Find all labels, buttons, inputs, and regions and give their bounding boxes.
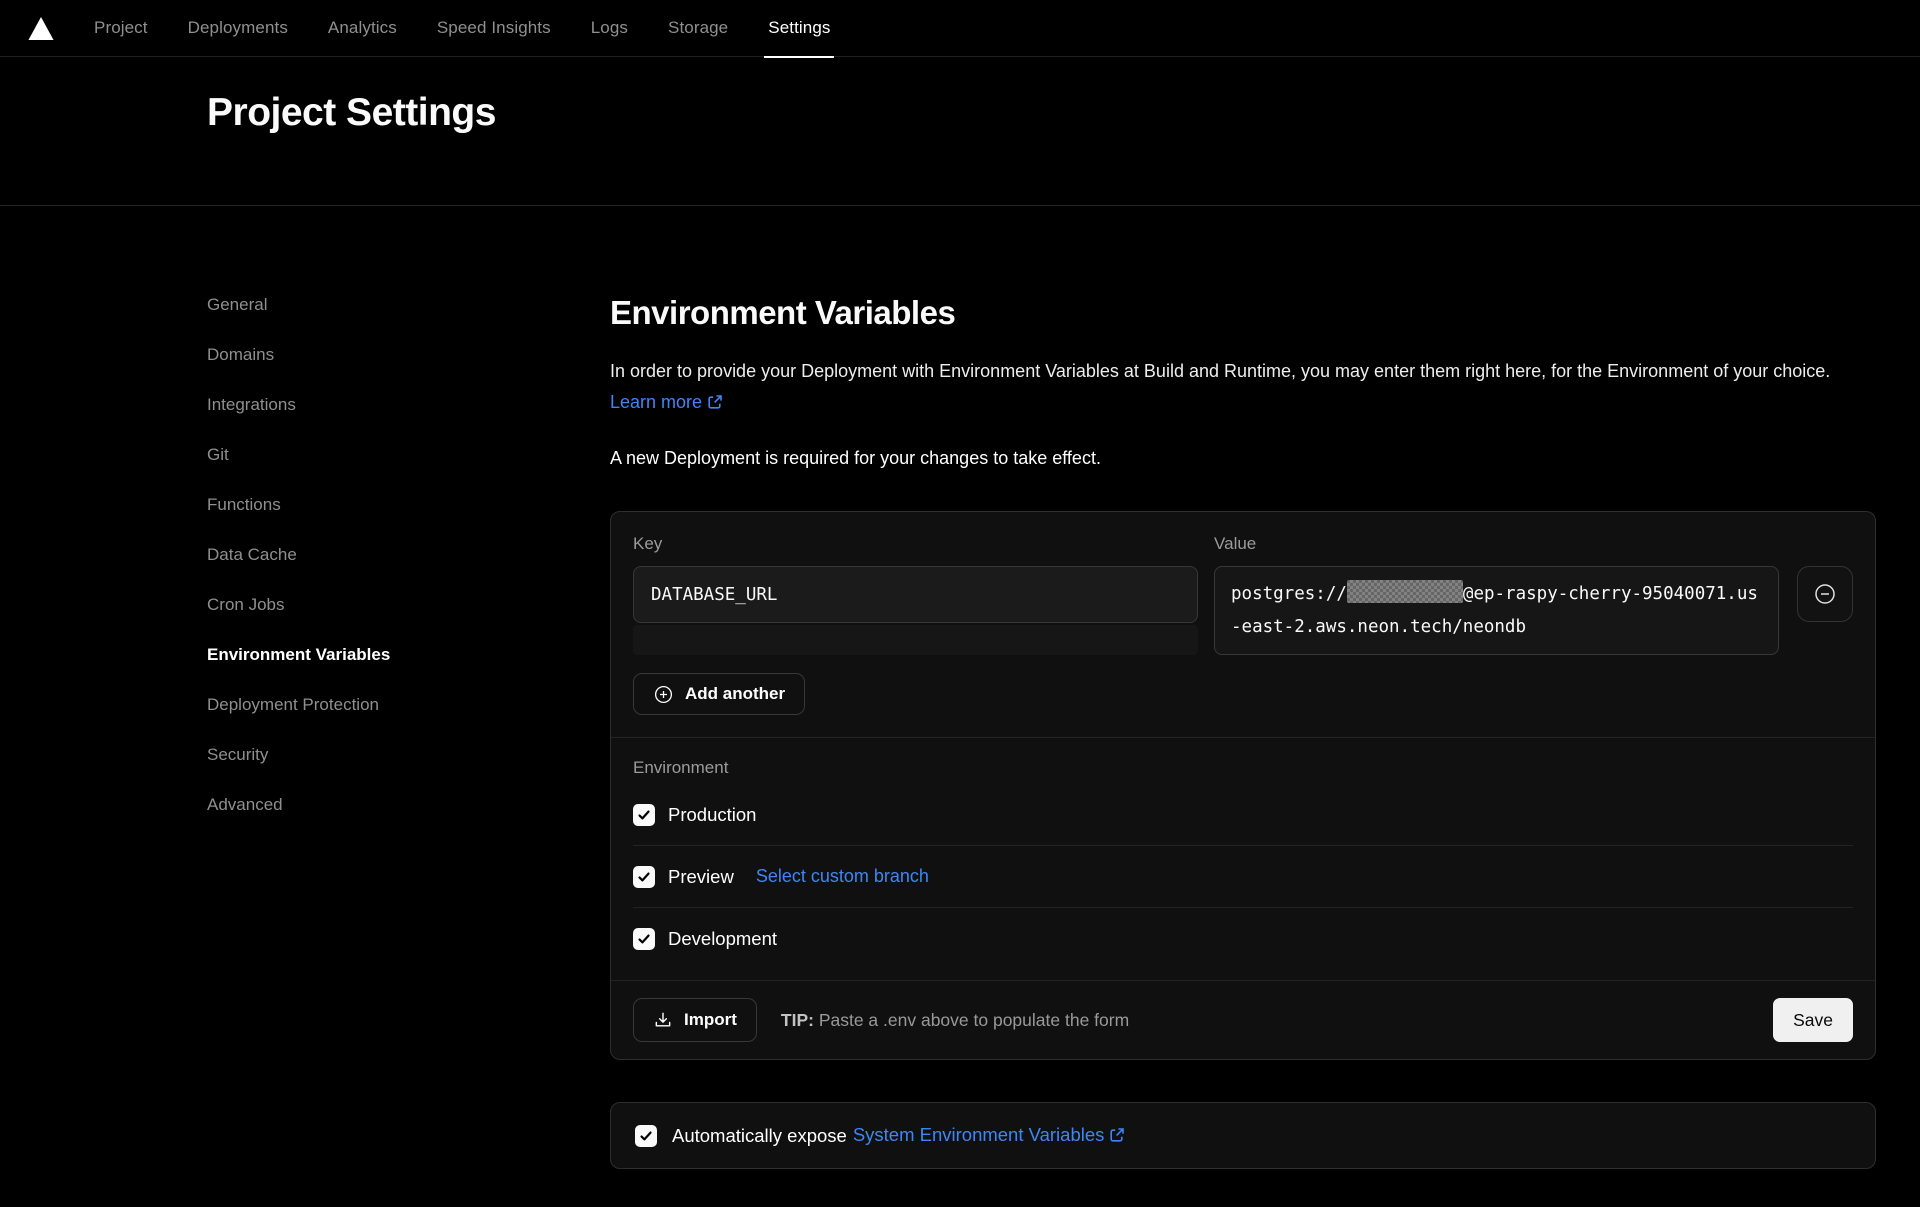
sidebar-item-cron-jobs[interactable]: Cron Jobs	[207, 594, 610, 616]
deployment-note: A new Deployment is required for your ch…	[610, 448, 1876, 469]
page-title: Project Settings	[207, 91, 1920, 135]
page-header: Project Settings	[0, 57, 1920, 206]
external-link-icon	[1109, 1126, 1125, 1148]
nav-tab-deployments[interactable]: Deployments	[188, 0, 288, 57]
key-input-dropdown-shadow	[633, 625, 1198, 655]
environment-section: Environment Production Preview Select cu…	[633, 738, 1853, 970]
nav-tab-speed-insights[interactable]: Speed Insights	[437, 0, 551, 57]
tip-text: TIP: Paste a .env above to populate the …	[781, 1010, 1129, 1031]
preview-checkbox[interactable]	[633, 866, 655, 888]
preview-label: Preview	[668, 866, 734, 888]
learn-more-link[interactable]: Learn more	[610, 392, 723, 412]
system-env-vars-link[interactable]: System Environment Variables	[853, 1124, 1126, 1148]
select-custom-branch-link[interactable]: Select custom branch	[756, 866, 929, 887]
sidebar-item-git[interactable]: Git	[207, 444, 610, 466]
value-label: Value	[1214, 534, 1779, 554]
content-area: General Domains Integrations Git Functio…	[0, 206, 1920, 1169]
sidebar-item-advanced[interactable]: Advanced	[207, 794, 610, 816]
nav-tab-logs[interactable]: Logs	[591, 0, 628, 57]
add-another-label: Add another	[685, 684, 785, 704]
sidebar-item-data-cache[interactable]: Data Cache	[207, 544, 610, 566]
environment-row-production: Production	[633, 784, 1853, 846]
external-link-icon	[707, 389, 723, 420]
sidebar-item-general[interactable]: General	[207, 294, 610, 316]
production-label: Production	[668, 804, 756, 826]
card-footer: Import TIP: Paste a .env above to popula…	[611, 980, 1875, 1059]
production-checkbox[interactable]	[633, 804, 655, 826]
import-button[interactable]: Import	[633, 998, 757, 1042]
environment-row-development: Development	[633, 908, 1853, 970]
sidebar-item-environment-variables[interactable]: Environment Variables	[207, 644, 610, 666]
sidebar-item-deployment-protection[interactable]: Deployment Protection	[207, 694, 610, 716]
sidebar-item-domains[interactable]: Domains	[207, 344, 610, 366]
description-text: In order to provide your Deployment with…	[610, 361, 1830, 381]
value-input[interactable]: postgres://@ep-raspy-cherry-95040071.us-…	[1214, 566, 1779, 655]
environment-label: Environment	[633, 758, 1853, 778]
redacted-secret	[1347, 580, 1463, 603]
add-another-button[interactable]: Add another	[633, 673, 805, 715]
auto-expose-card: Automatically expose System Environment …	[610, 1102, 1876, 1169]
key-input[interactable]: DATABASE_URL	[633, 566, 1198, 623]
sidebar-item-integrations[interactable]: Integrations	[207, 394, 610, 416]
environment-variables-card: Key Value DATABASE_URL postgres://@ep-ra…	[610, 511, 1876, 1060]
remove-variable-button[interactable]	[1797, 566, 1853, 622]
save-button[interactable]: Save	[1773, 998, 1853, 1042]
settings-sidebar: General Domains Integrations Git Functio…	[207, 294, 610, 1169]
section-heading: Environment Variables	[610, 294, 1876, 332]
nav-tab-storage[interactable]: Storage	[668, 0, 728, 57]
nav-tab-project[interactable]: Project	[94, 0, 148, 57]
nav-tab-analytics[interactable]: Analytics	[328, 0, 397, 57]
value-prefix: postgres://	[1231, 584, 1347, 604]
plus-circle-icon	[653, 684, 674, 705]
auto-expose-text: Automatically expose	[672, 1125, 847, 1147]
sidebar-item-functions[interactable]: Functions	[207, 494, 610, 516]
minus-circle-icon	[1813, 582, 1837, 606]
download-icon	[653, 1010, 673, 1030]
auto-expose-checkbox[interactable]	[635, 1125, 657, 1147]
environment-row-preview: Preview Select custom branch	[633, 846, 1853, 908]
development-label: Development	[668, 928, 777, 950]
vercel-logo-icon[interactable]	[28, 17, 54, 40]
key-label: Key	[633, 534, 1198, 554]
import-label: Import	[684, 1010, 737, 1030]
nav-tab-settings[interactable]: Settings	[768, 0, 830, 57]
top-navigation: Project Deployments Analytics Speed Insi…	[0, 0, 1920, 57]
development-checkbox[interactable]	[633, 928, 655, 950]
section-description: In order to provide your Deployment with…	[610, 356, 1876, 420]
main-panel: Environment Variables In order to provid…	[610, 294, 1876, 1169]
sidebar-item-security[interactable]: Security	[207, 744, 610, 766]
